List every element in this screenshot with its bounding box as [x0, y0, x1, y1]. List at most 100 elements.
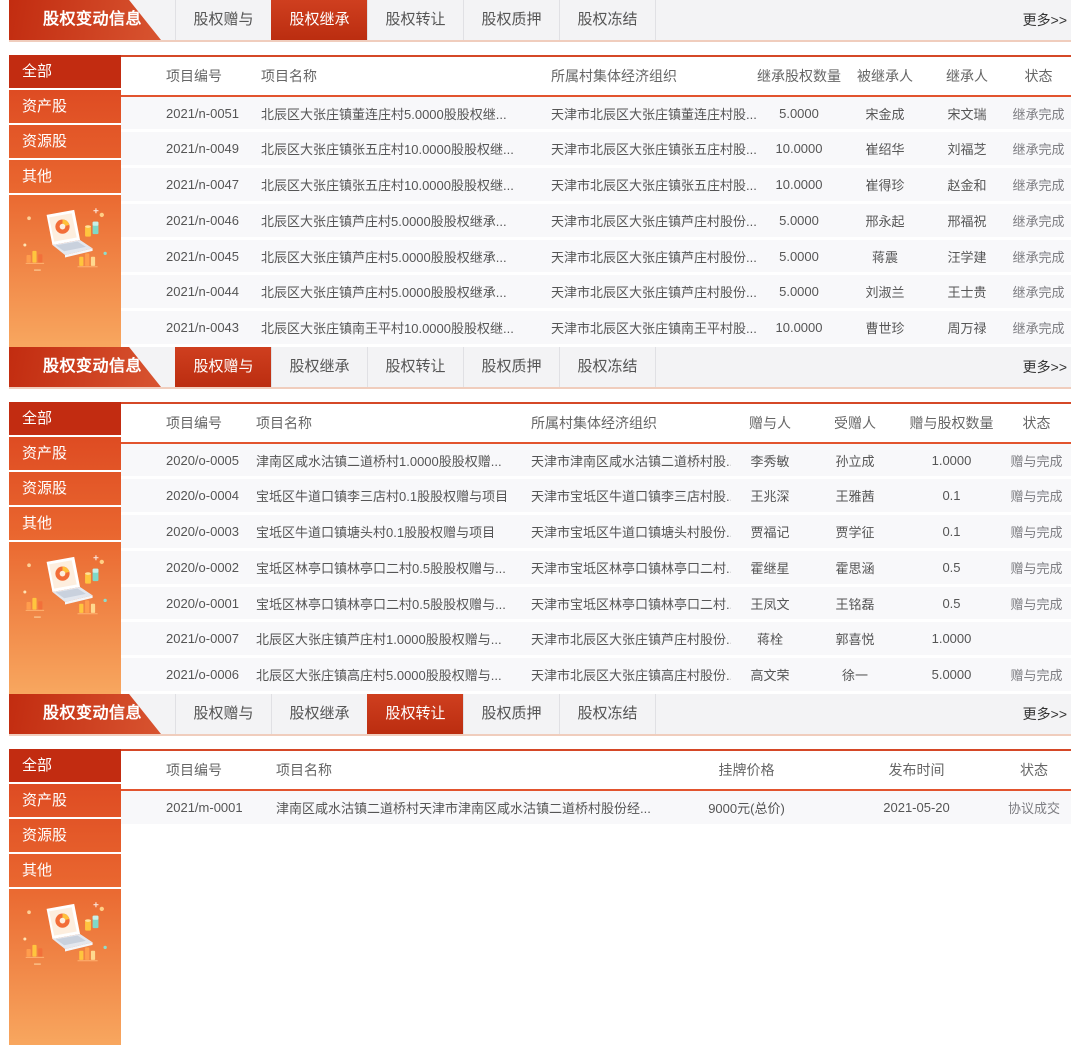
cell-status: 继承完成 [1010, 318, 1071, 337]
table-row[interactable]: 2020/o-0003宝坻区牛道口镇塘头村0.1股股权赠与项目天津市宝坻区牛道口… [121, 515, 1071, 548]
section-header-bar: 股权变动信息股权赠与股权继承股权转让股权质押股权冻结更多>> [9, 347, 1071, 389]
sidebar-item-all[interactable]: 全部 [9, 402, 121, 437]
tab-equity-pledge[interactable]: 股权质押 [463, 347, 559, 387]
data-table: 项目编号项目名称挂牌价格发布时间状态2021/m-0001津南区咸水沽镇二道桥村… [121, 749, 1071, 1045]
equity-change-page: 股权变动信息股权赠与股权继承股权转让股权质押股权冻结更多>>全部资产股资源股其他… [0, 0, 1080, 1045]
section-body: 全部资产股资源股其他 项目编号项目名称所属村集体经济组织继承股权数量被继承人继承… [9, 55, 1071, 347]
section-body: 全部资产股资源股其他 项目编号项目名称挂牌价格发布时间状态2021/m-0001… [9, 749, 1071, 1045]
cell-status: 赠与完成 [1006, 486, 1071, 505]
col-status: 状态 [1006, 413, 1071, 433]
col-listing-price: 挂牌价格 [661, 760, 836, 780]
cell-decedent: 蒋震 [846, 247, 928, 266]
table-row[interactable]: 2021/o-0007北辰区大张庄镇芦庄村1.0000股股权赠与...天津市北辰… [121, 622, 1071, 655]
table-row[interactable]: 2021/n-0046北辰区大张庄镇芦庄村5.0000股股权继承...天津市北辰… [121, 204, 1071, 237]
tab-equity-gift[interactable]: 股权赠与 [175, 347, 271, 387]
cell-inherited-quantity: 10.0000 [756, 177, 846, 192]
tab-equity-transfer[interactable]: 股权转让 [367, 694, 463, 734]
tab-bar: 股权赠与股权继承股权转让股权质押股权冻结 [175, 694, 656, 734]
more-link[interactable]: 更多>> [1023, 357, 1071, 377]
sidebar-item-other[interactable]: 其他 [9, 854, 121, 889]
tab-equity-inheritance[interactable]: 股权继承 [271, 0, 367, 40]
cell-project-name: 北辰区大张庄镇芦庄村5.0000股股权继承... [261, 211, 551, 230]
cell-project-name: 北辰区大张庄镇张五庄村10.0000股股权继... [261, 175, 551, 194]
table-row[interactable]: 2020/o-0004宝坻区牛道口镇李三店村0.1股股权赠与项目天津市宝坻区牛道… [121, 479, 1071, 512]
sidebar-item-asset-shares[interactable]: 资产股 [9, 90, 121, 125]
table-row[interactable]: 2021/n-0044北辰区大张庄镇芦庄村5.0000股股权继承...天津市北辰… [121, 275, 1071, 308]
table-row[interactable]: 2021/n-0049北辰区大张庄镇张五庄村10.0000股股权继...天津市北… [121, 132, 1071, 165]
cell-heir: 赵金和 [928, 175, 1010, 194]
cell-status: 继承完成 [1010, 175, 1071, 194]
cell-village-collective-org: 天津市北辰区大张庄镇张五庄村股... [551, 175, 756, 194]
cell-project-id: 2021/n-0049 [121, 141, 261, 156]
cell-inherited-quantity: 10.0000 [756, 141, 846, 156]
cell-status: 继承完成 [1010, 282, 1071, 301]
table-row[interactable]: 2021/o-0006北辰区大张庄镇高庄村5.0000股股权赠与...天津市北辰… [121, 658, 1071, 691]
table-row[interactable]: 2020/o-0005津南区咸水沽镇二道桥村1.0000股股权赠...天津市津南… [121, 444, 1071, 477]
cell-project-name: 北辰区大张庄镇芦庄村5.0000股股权继承... [261, 282, 551, 301]
tab-equity-gift[interactable]: 股权赠与 [175, 0, 271, 40]
cell-status: 赠与完成 [1006, 594, 1071, 613]
cell-status: 继承完成 [1010, 211, 1071, 230]
cell-inherited-quantity: 5.0000 [756, 249, 846, 264]
table-row[interactable]: 2020/o-0002宝坻区林亭口镇林亭口二村0.5股股权赠与...天津市宝坻区… [121, 551, 1071, 584]
cell-heir: 宋文瑞 [928, 104, 1010, 123]
cell-project-id: 2021/o-0007 [121, 631, 256, 646]
tab-equity-gift[interactable]: 股权赠与 [175, 694, 271, 734]
section-title-ribbon: 股权变动信息 [9, 694, 161, 734]
cell-decedent: 刘淑兰 [846, 282, 928, 301]
section-body: 全部资产股资源股其他 项目编号项目名称所属村集体经济组织赠与人受赠人赠与股权数量… [9, 402, 1071, 694]
cell-project-id: 2021/n-0045 [121, 249, 261, 264]
sidebar-item-all[interactable]: 全部 [9, 55, 121, 90]
table-row[interactable]: 2020/o-0001宝坻区林亭口镇林亭口二村0.5股股权赠与...天津市宝坻区… [121, 587, 1071, 620]
tab-equity-transfer[interactable]: 股权转让 [367, 347, 463, 387]
cell-gift-quantity: 0.1 [901, 488, 1006, 503]
sidebar-item-resource-shares[interactable]: 资源股 [9, 472, 121, 507]
cell-project-name: 北辰区大张庄镇南王平村10.0000股股权继... [261, 318, 551, 337]
tab-equity-inheritance[interactable]: 股权继承 [271, 694, 367, 734]
tab-equity-transfer[interactable]: 股权转让 [367, 0, 463, 40]
category-sidebar: 全部资产股资源股其他 [9, 55, 121, 347]
cell-donor: 贾福记 [731, 522, 813, 541]
cell-decedent: 邢永起 [846, 211, 928, 230]
more-link[interactable]: 更多>> [1023, 704, 1071, 724]
cell-listing-price: 9000元(总价) [661, 798, 836, 817]
col-publish-date: 发布时间 [836, 760, 1001, 780]
section-title: 股权变动信息 [43, 11, 142, 28]
tab-equity-freeze[interactable]: 股权冻结 [559, 694, 656, 734]
table-row[interactable]: 2021/n-0045北辰区大张庄镇芦庄村5.0000股股权继承...天津市北辰… [121, 240, 1071, 273]
cell-village-collective-org: 天津市北辰区大张庄镇芦庄村股份... [551, 247, 756, 266]
sidebar-item-asset-shares[interactable]: 资产股 [9, 437, 121, 472]
cell-donor: 王兆深 [731, 486, 813, 505]
sidebar-item-other[interactable]: 其他 [9, 160, 121, 195]
table-row[interactable]: 2021/n-0051北辰区大张庄镇董连庄村5.0000股股权继...天津市北辰… [121, 97, 1071, 130]
cell-donee: 王雅茜 [813, 486, 901, 505]
sidebar-item-all[interactable]: 全部 [9, 749, 121, 784]
sidebar-item-other[interactable]: 其他 [9, 507, 121, 542]
col-heir: 继承人 [928, 66, 1010, 86]
table-row[interactable]: 2021/m-0001津南区咸水沽镇二道桥村天津市津南区咸水沽镇二道桥村股份经.… [121, 791, 1071, 824]
cell-project-name: 宝坻区林亭口镇林亭口二村0.5股股权赠与... [256, 594, 531, 613]
cell-project-id: 2021/m-0001 [121, 800, 276, 815]
sidebar-illustration [9, 195, 121, 347]
cell-decedent: 崔得珍 [846, 175, 928, 194]
cell-project-name: 宝坻区林亭口镇林亭口二村0.5股股权赠与... [256, 558, 531, 577]
tab-equity-freeze[interactable]: 股权冻结 [559, 0, 656, 40]
laptop-analytics-illustration [19, 203, 111, 287]
sidebar-item-resource-shares[interactable]: 资源股 [9, 819, 121, 854]
cell-heir: 周万禄 [928, 318, 1010, 337]
sidebar-item-resource-shares[interactable]: 资源股 [9, 125, 121, 160]
cell-project-name: 北辰区大张庄镇张五庄村10.0000股股权继... [261, 139, 551, 158]
tab-equity-pledge[interactable]: 股权质押 [463, 0, 559, 40]
cell-project-id: 2021/n-0046 [121, 213, 261, 228]
table-row[interactable]: 2021/n-0047北辰区大张庄镇张五庄村10.0000股股权继...天津市北… [121, 168, 1071, 201]
cell-project-id: 2021/o-0006 [121, 667, 256, 682]
table-row[interactable]: 2021/n-0043北辰区大张庄镇南王平村10.0000股股权继...天津市北… [121, 311, 1071, 344]
cell-status: 继承完成 [1010, 104, 1071, 123]
more-link[interactable]: 更多>> [1023, 10, 1071, 30]
sidebar-item-asset-shares[interactable]: 资产股 [9, 784, 121, 819]
tab-equity-freeze[interactable]: 股权冻结 [559, 347, 656, 387]
tab-equity-pledge[interactable]: 股权质押 [463, 694, 559, 734]
cell-project-id: 2021/n-0044 [121, 284, 261, 299]
cell-village-collective-org: 天津市北辰区大张庄镇高庄村股份... [531, 665, 731, 684]
tab-equity-inheritance[interactable]: 股权继承 [271, 347, 367, 387]
